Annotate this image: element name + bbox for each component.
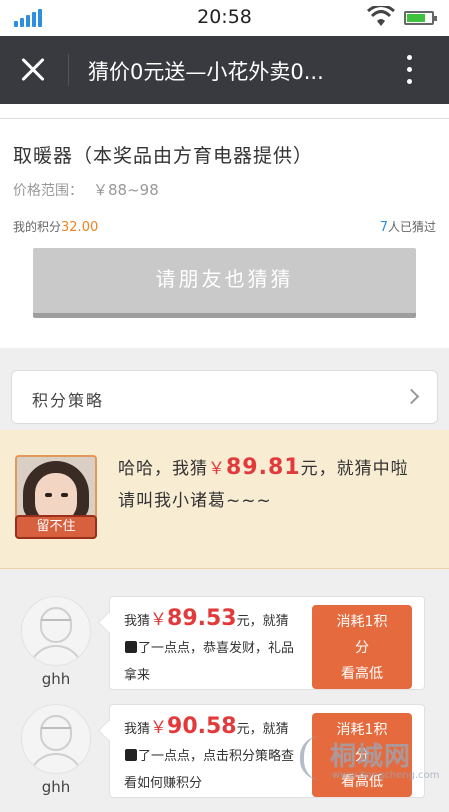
spend-points-button[interactable]: 消耗1积 分 看高低 <box>312 605 412 689</box>
my-points: 我的积分32.00 <box>13 218 98 235</box>
guess-text: 我猜￥89.53元，就猜了一点点，恭喜发财，礼品拿来 <box>124 605 302 689</box>
guess-rest: 了一点点，恭喜发财，礼品拿来 <box>124 641 295 683</box>
button-line: 看高低 <box>341 666 383 682</box>
guess-prefix: 哈哈，我猜 <box>118 459 208 479</box>
product-name: 取暖器（本奖品由方育电器提供） <box>13 145 314 167</box>
user-name: ghh <box>41 670 71 688</box>
status-badge: 留不住 <box>15 515 97 539</box>
invite-friends-button[interactable]: 请朋友也猜猜 <box>33 248 416 318</box>
list-item: ghh 我猜￥89.53元，就猜了一点点，恭喜发财，礼品拿来 消耗1积 分 看高… <box>0 596 449 704</box>
price-label: 价格范围： <box>13 183 83 199</box>
strategy-label: 积分策略 <box>32 391 105 410</box>
censored-mark <box>125 641 137 653</box>
watermark-url: www.itongcheng.com <box>332 770 440 781</box>
currency-symbol: ￥ <box>150 718 168 738</box>
close-icon[interactable] <box>14 50 54 90</box>
logo-mark <box>300 736 334 780</box>
guess-suffix: 元，就猜中啦 <box>300 459 409 479</box>
nav-divider <box>68 54 69 86</box>
guess-amount: 89.53 <box>167 606 237 631</box>
price-range: 价格范围： ￥88~98 <box>13 179 159 200</box>
avatar <box>21 704 91 774</box>
guess-prefix: 我猜 <box>124 722 151 737</box>
more-menu-icon[interactable] <box>398 52 422 88</box>
page-title: 猜价0元送—小花外卖0... <box>88 60 324 84</box>
product-panel: 取暖器（本奖品由方育电器提供） 价格范围： ￥88~98 我的积分32.00 7人… <box>0 104 449 348</box>
guess-comment: 请叫我小诸葛~~~ <box>118 491 272 511</box>
censored-mark <box>125 749 137 761</box>
currency-symbol: ￥ <box>150 610 168 630</box>
currency-symbol: ￥ <box>208 459 226 479</box>
guess-text: 我猜￥90.58元，就猜了一点点，点击积分策略查看如何赚积分 <box>124 713 302 797</box>
guessed-label: 人已猜过 <box>387 220 436 234</box>
featured-guess: 留不住 哈哈，我猜￥89.81元，就猜中啦 请叫我小诸葛~~~ <box>0 430 449 569</box>
button-line: 消耗1积 <box>336 614 388 630</box>
nav-bar: 猜价0元送—小花外卖0... <box>0 36 449 104</box>
guess-mid: 元，就猜 <box>236 722 289 737</box>
watermark-text: 桐城网 <box>330 742 412 772</box>
featured-guess-text: 哈哈，我猜￥89.81元，就猜中啦 请叫我小诸葛~~~ <box>118 452 418 517</box>
user-name: ghh <box>41 778 71 796</box>
points-value: 32.00 <box>61 220 99 235</box>
wifi-icon <box>367 6 395 26</box>
watermark-logo: 桐城网 www.itongcheng.com <box>300 730 449 800</box>
status-bar: 20:58 <box>0 0 449 36</box>
points-label: 我的积分 <box>13 220 62 234</box>
guess-bubble: 我猜￥89.53元，就猜了一点点，恭喜发财，礼品拿来 消耗1积 分 看高低 <box>109 596 425 690</box>
guess-rest: 了一点点，点击积分策略查看如何赚积分 <box>124 749 295 791</box>
guess-mid: 元，就猜 <box>236 614 289 629</box>
guessed-count: 7人已猜过 <box>380 218 436 235</box>
guess-amount: 89.81 <box>226 455 301 480</box>
guess-prefix: 我猜 <box>124 614 151 629</box>
avatar <box>21 596 91 666</box>
chevron-right-icon <box>403 388 420 405</box>
guess-amount: 90.58 <box>167 714 237 739</box>
battery-icon <box>404 11 437 25</box>
price-value: ￥88~98 <box>93 181 159 199</box>
points-strategy-link[interactable]: 积分策略 <box>11 370 438 424</box>
divider <box>0 118 449 119</box>
button-line: 分 <box>355 640 369 656</box>
guessed-number: 7 <box>379 220 388 235</box>
